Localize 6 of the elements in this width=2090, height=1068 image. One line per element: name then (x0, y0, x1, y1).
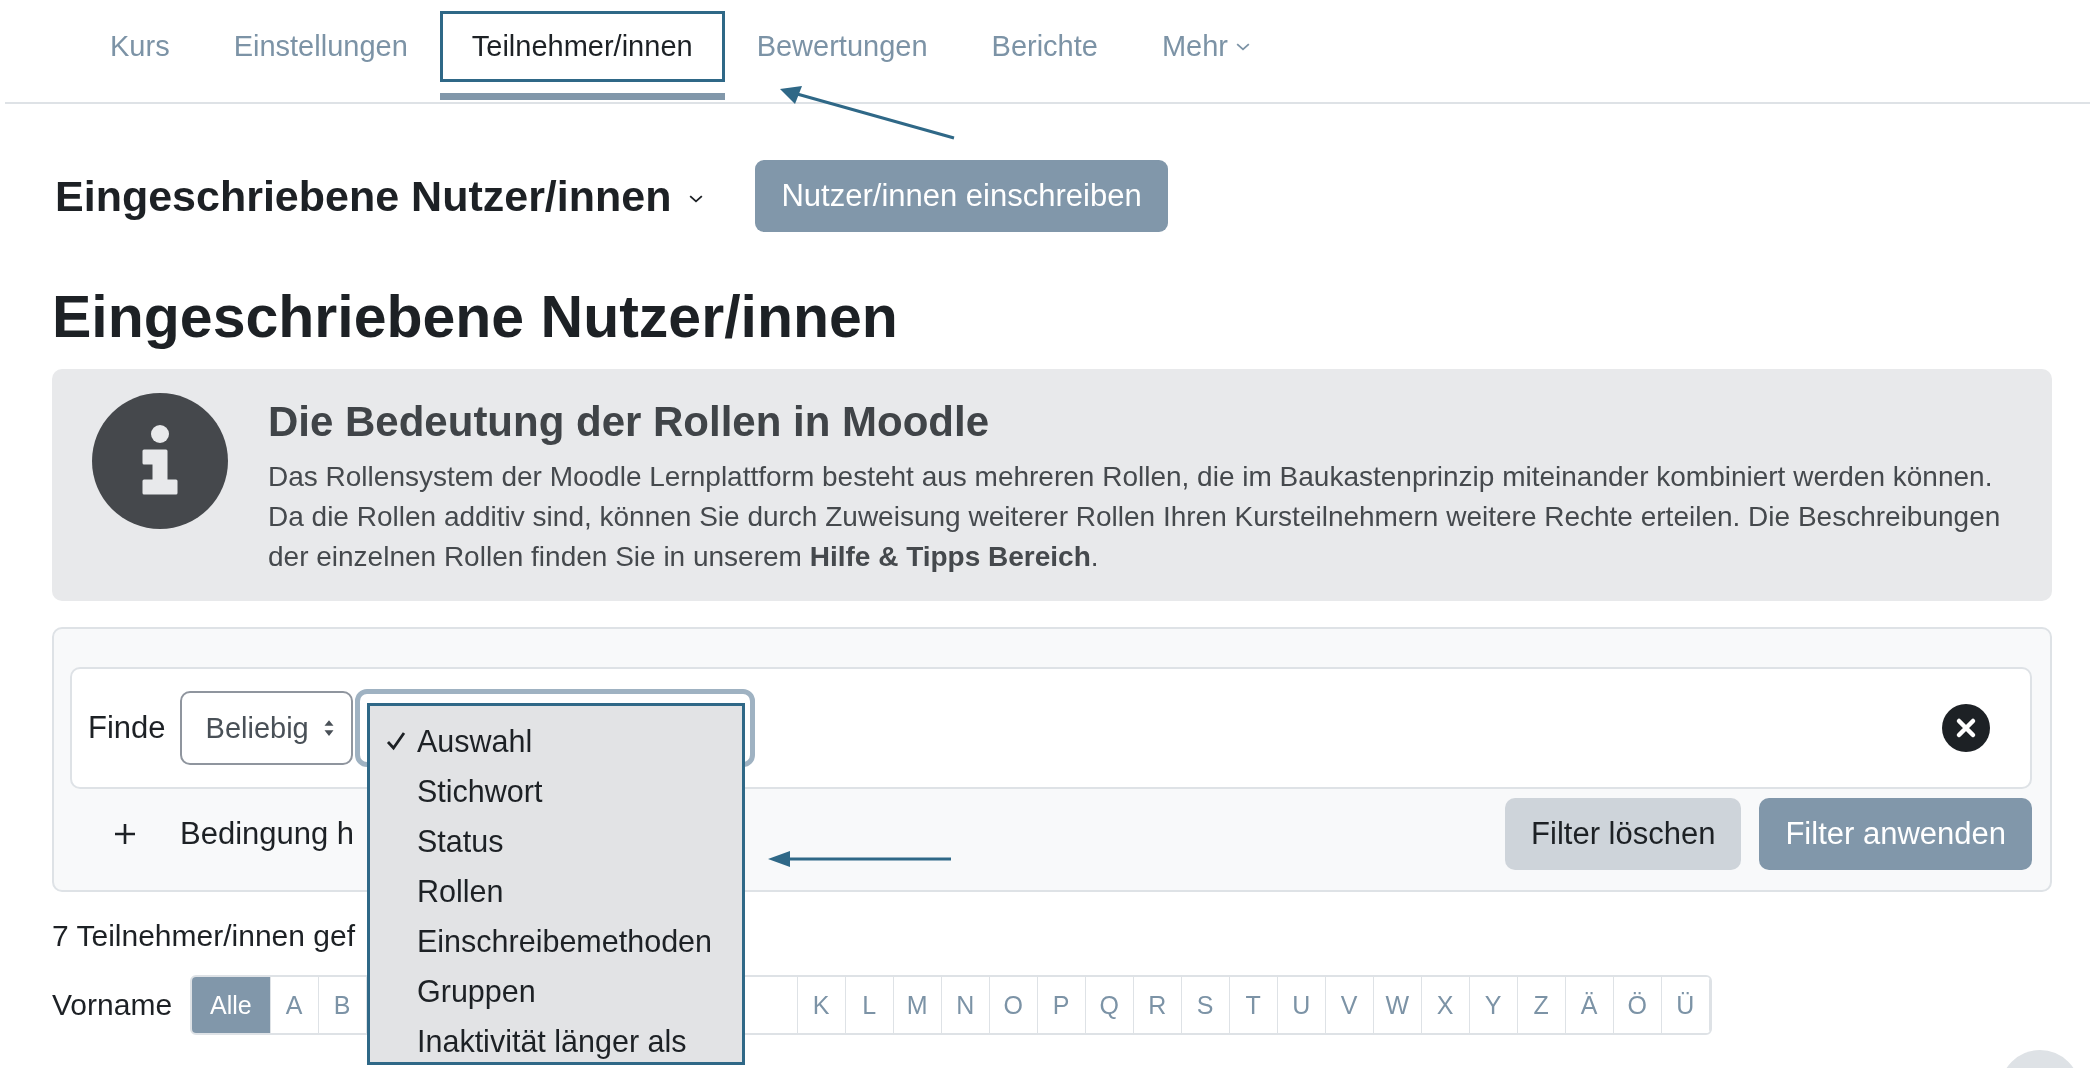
participant-count: 7 Teilnehmer/innen gef (52, 918, 355, 954)
match-label: Finde (88, 710, 166, 746)
page-heading: Eingeschriebene Nutzer/innen (52, 283, 899, 352)
initials-label: Vorname (52, 988, 174, 1022)
notice-text: Das Rollensystem der Moodle Lernplattform besteht aus mehreren Rollen, die im Baukastenprinzip miteinander kombiniert werden können. Da die Rollen additiv sind, können Sie durch Zuweisung weiterer Rollen Ihren Kursteilnehmern weitere Rechte erteilen. Die Beschreibungen der einzelnen Rollen finden Sie in unserem Hilfe & Tipps Bereich. (268, 460, 2002, 574)
notice-title: Die Bedeutung der Rollen in Moodle (268, 397, 990, 447)
